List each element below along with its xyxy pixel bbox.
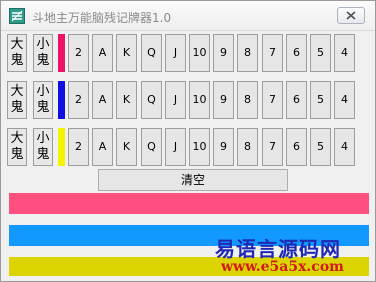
card-button[interactable]: K xyxy=(116,34,137,72)
small-joker-button[interactable]: 小鬼 xyxy=(33,128,53,166)
card-button[interactable]: Q xyxy=(141,34,162,72)
small-joker-button[interactable]: 小鬼 xyxy=(33,81,53,119)
small-joker-button-char: 鬼 xyxy=(36,53,50,68)
card-button[interactable]: Q xyxy=(141,81,162,119)
player-color-marker xyxy=(58,128,65,166)
app-window: 斗地主万能脑残记牌器1.0 大鬼小鬼 2 A K Q J 10 9 8 7 6 5 4 大鬼小鬼 2 A K Q J… xyxy=(0,0,376,282)
card-button[interactable]: 6 xyxy=(286,34,307,72)
title-bar[interactable]: 斗地主万能脑残记牌器1.0 xyxy=(1,1,375,31)
card-button[interactable]: 4 xyxy=(334,128,355,166)
card-button[interactable]: 9 xyxy=(213,34,234,72)
card-button[interactable]: 7 xyxy=(262,81,283,119)
close-button[interactable] xyxy=(337,7,365,24)
card-button[interactable]: 2 xyxy=(68,81,89,119)
card-button[interactable]: A xyxy=(92,128,113,166)
small-joker-button-char: 鬼 xyxy=(36,147,50,162)
card-button[interactable]: 4 xyxy=(334,34,355,72)
small-joker-button-char: 小 xyxy=(36,37,50,52)
card-button[interactable]: J xyxy=(165,34,186,72)
player-color-marker xyxy=(58,34,65,72)
card-button[interactable]: 9 xyxy=(213,128,234,166)
small-joker-button-char: 小 xyxy=(36,131,50,146)
card-button[interactable]: 5 xyxy=(310,34,331,72)
watermark-site-name: 易语言源码网 xyxy=(215,237,341,261)
card-button[interactable]: 4 xyxy=(334,81,355,119)
big-joker-button-char: 鬼 xyxy=(10,147,24,162)
card-button[interactable]: 5 xyxy=(310,81,331,119)
card-button[interactable]: J xyxy=(165,128,186,166)
big-joker-button[interactable]: 大鬼 xyxy=(7,34,27,72)
pink-stripe xyxy=(9,193,369,214)
close-icon xyxy=(346,11,356,20)
card-button[interactable]: 9 xyxy=(213,81,234,119)
card-button[interactable]: 8 xyxy=(237,34,258,72)
big-joker-button-char: 鬼 xyxy=(10,100,24,115)
small-joker-button-char: 小 xyxy=(36,84,50,99)
window-title: 斗地主万能脑残记牌器1.0 xyxy=(32,11,172,25)
card-button[interactable]: 10 xyxy=(189,81,210,119)
card-button[interactable]: 8 xyxy=(237,128,258,166)
big-joker-button-char: 大 xyxy=(10,37,24,52)
card-button[interactable]: 7 xyxy=(262,128,283,166)
card-button[interactable]: 2 xyxy=(68,34,89,72)
card-button[interactable]: 10 xyxy=(189,128,210,166)
card-button[interactable]: J xyxy=(165,81,186,119)
card-button[interactable]: 10 xyxy=(189,34,210,72)
card-button[interactable]: 7 xyxy=(262,34,283,72)
card-button[interactable]: K xyxy=(116,128,137,166)
card-button[interactable]: 6 xyxy=(286,81,307,119)
big-joker-button-char: 鬼 xyxy=(10,53,24,68)
big-joker-button[interactable]: 大鬼 xyxy=(7,128,27,166)
card-button[interactable]: A xyxy=(92,34,113,72)
card-button[interactable]: 8 xyxy=(237,81,258,119)
watermark-url: www.e5a5x.com xyxy=(221,259,344,275)
watermark: 易语言源码网 www.e5a5x.com xyxy=(215,233,365,279)
card-button[interactable]: 5 xyxy=(310,128,331,166)
card-button[interactable]: 2 xyxy=(68,128,89,166)
big-joker-button[interactable]: 大鬼 xyxy=(7,81,27,119)
player-color-marker xyxy=(58,81,65,119)
card-button[interactable]: A xyxy=(92,81,113,119)
card-button[interactable]: Q xyxy=(141,128,162,166)
big-joker-button-char: 大 xyxy=(10,131,24,146)
app-icon xyxy=(9,8,25,24)
clear-button[interactable]: 清空 xyxy=(98,169,288,191)
small-joker-button[interactable]: 小鬼 xyxy=(33,34,53,72)
big-joker-button-char: 大 xyxy=(10,84,24,99)
card-button[interactable]: K xyxy=(116,81,137,119)
small-joker-button-char: 鬼 xyxy=(36,100,50,115)
card-button[interactable]: 6 xyxy=(286,128,307,166)
